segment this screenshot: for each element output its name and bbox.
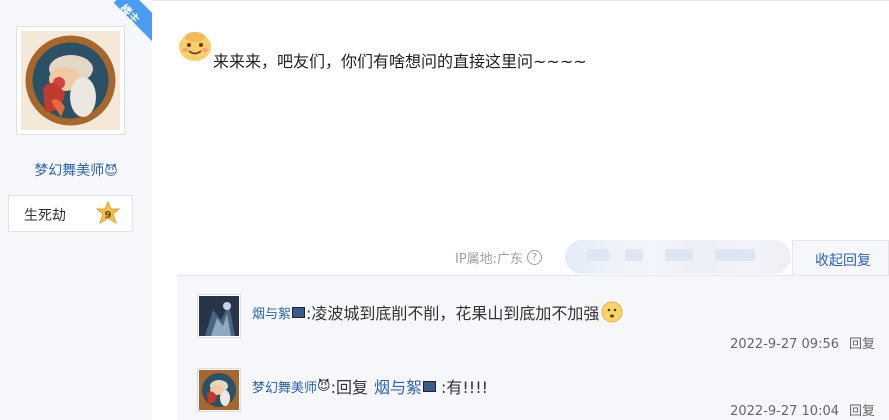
collapse-tab: 收起回复 bbox=[792, 240, 889, 276]
owner-corner-badge: 楼主 bbox=[97, 0, 152, 55]
reply-button[interactable]: 回复 bbox=[849, 404, 875, 419]
reply-time: 2022-9-27 09:56 bbox=[730, 337, 839, 352]
author-name[interactable]: 梦幻舞美师😈 bbox=[0, 160, 152, 180]
user-tag-icon bbox=[292, 306, 306, 318]
ip-location: IP属地:广东 bbox=[455, 252, 524, 267]
blurred-info bbox=[565, 240, 791, 274]
avatar-image bbox=[199, 370, 239, 410]
reply-avatar[interactable] bbox=[197, 294, 241, 338]
reply-mention[interactable]: 烟与絮 bbox=[374, 374, 422, 398]
level-number: 9 bbox=[105, 210, 112, 221]
smiling-face-emoji-icon bbox=[179, 32, 211, 61]
reply-meta: 2022-9-27 10:04 回复 bbox=[730, 400, 875, 419]
reply-username[interactable]: 烟与絮 bbox=[252, 303, 291, 322]
reply-item: 烟与絮 :凌波城到底削不削，花果山到底加不加强 2022-9-27 09:56 回… bbox=[177, 276, 889, 356]
reply-prefix: :回复 bbox=[330, 378, 368, 397]
devil-icon: 😈 bbox=[317, 378, 331, 394]
reply-text: :有!!!! bbox=[441, 378, 489, 397]
help-icon[interactable]: ? bbox=[527, 250, 543, 265]
blurred-block bbox=[587, 249, 609, 261]
post-content: 来来来，吧友们，你们有啥想问的直接这里问~~~~ bbox=[213, 52, 587, 71]
avatar-image bbox=[199, 296, 239, 336]
collapse-replies-button[interactable]: 收起回复 bbox=[815, 250, 871, 270]
author-sidebar: 梦幻舞美师😈 生死劫 9 bbox=[0, 0, 152, 420]
reply-panel: 烟与絮 :凌波城到底削不削，花果山到底加不加强 2022-9-27 09:56 回… bbox=[177, 275, 889, 420]
reply-meta: 2022-9-27 09:56 回复 bbox=[730, 333, 875, 352]
level-box: 生死劫 9 bbox=[8, 195, 133, 232]
level-star-icon: 9 bbox=[95, 201, 121, 225]
reply-button[interactable]: 回复 bbox=[849, 337, 875, 352]
user-tag-icon bbox=[423, 380, 436, 392]
reply-time: 2022-9-27 10:04 bbox=[730, 404, 839, 419]
devil-icon: 😈 bbox=[104, 164, 118, 179]
reply-content: 梦幻舞美师 😈 :回复 烟与絮 :有!!!! bbox=[252, 374, 488, 398]
reply-item: 梦幻舞美师 😈 :回复 烟与絮 :有!!!! 2022-9-27 10:04 回复 bbox=[177, 356, 889, 420]
blurred-block bbox=[665, 249, 693, 261]
reply-username[interactable]: 梦幻舞美师 bbox=[252, 377, 317, 396]
reply-content: 烟与絮 :凌波城到底削不削，花果山到底加不加强 bbox=[252, 300, 623, 324]
confused-face-emoji-icon bbox=[601, 301, 623, 323]
post-meta: IP属地:广东 ? bbox=[455, 248, 543, 267]
reply-avatar[interactable] bbox=[197, 368, 241, 412]
blurred-block bbox=[715, 249, 755, 261]
reply-text: :凌波城到底削不削，花果山到底加不加强 bbox=[306, 304, 600, 323]
divider bbox=[152, 0, 889, 1]
blurred-block bbox=[625, 249, 643, 261]
level-name: 生死劫 bbox=[24, 208, 66, 224]
